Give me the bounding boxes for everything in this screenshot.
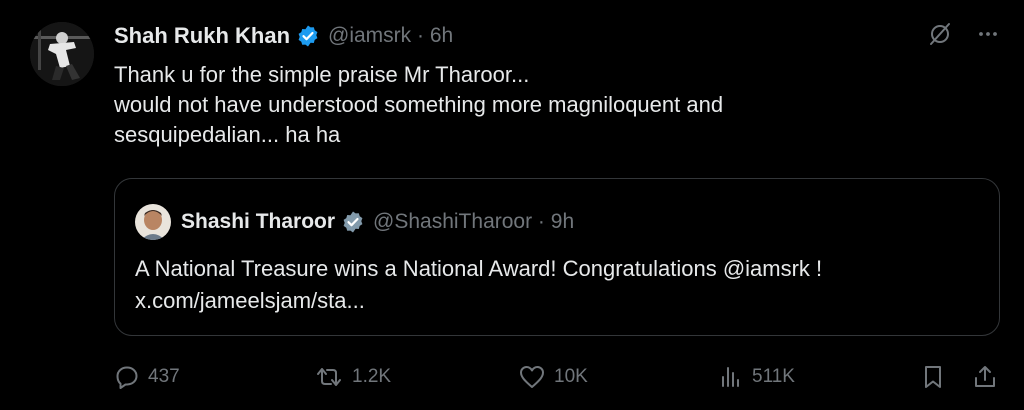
separator-dot: · [532,210,551,233]
views-count: 511K [752,366,795,387]
tweet-header: Shah Rukh Khan @iamsrk · 6h [114,20,453,52]
grok-icon[interactable] [926,20,954,48]
views-button[interactable]: 511K [718,360,795,394]
reply-icon [116,366,138,389]
tweet-text-line: sesquipedalian... ha ha [114,122,341,147]
share-icon [975,366,995,387]
quoted-author-avatar[interactable] [135,204,171,240]
tweet-time[interactable]: 6h [430,24,453,48]
author-avatar[interactable] [30,22,94,86]
quoted-tweet-header: Shashi Tharoor @ShashiTharoor · 9h [135,204,574,240]
like-icon [520,366,544,388]
quoted-author-name[interactable]: Shashi Tharoor [181,210,335,234]
share-button[interactable] [972,360,1006,394]
like-button[interactable]: 10K [518,360,588,394]
verified-icon [341,210,365,234]
repost-button[interactable]: 1.2K [314,360,391,394]
quoted-tweet-time[interactable]: 9h [551,210,574,234]
tweet-text-line: would not have understood something more… [114,92,724,117]
separator-dot: · [411,24,430,47]
repost-icon [317,368,341,386]
quoted-tweet[interactable]: Shashi Tharoor @ShashiTharoor · 9h A Nat… [114,178,1000,336]
tweet-top-actions [926,20,1002,48]
quoted-link[interactable]: x.com/jameelsjam/sta... [135,285,822,317]
bookmark-button[interactable] [920,360,954,394]
author-handle[interactable]: @iamsrk [328,24,411,48]
quoted-author-handle[interactable]: @ShashiTharoor [373,210,532,234]
views-icon [722,367,739,387]
bookmark-icon [925,366,941,388]
reply-button[interactable]: 437 [114,360,180,394]
tweet-text-line: Thank u for the simple praise Mr Tharoor… [114,62,530,87]
more-icon[interactable] [974,20,1002,48]
author-name[interactable]: Shah Rukh Khan [114,23,290,49]
quoted-tweet-text: A National Treasure wins a National Awar… [135,253,822,317]
like-count: 10K [554,366,588,387]
reply-count: 437 [148,366,180,387]
quoted-text-line: A National Treasure wins a National Awar… [135,256,823,281]
action-bar: 437 1.2K 10K 511K [114,360,1004,394]
tweet-text: Thank u for the simple praise Mr Tharoor… [114,60,994,150]
repost-count: 1.2K [352,366,392,387]
verified-icon [296,24,320,48]
